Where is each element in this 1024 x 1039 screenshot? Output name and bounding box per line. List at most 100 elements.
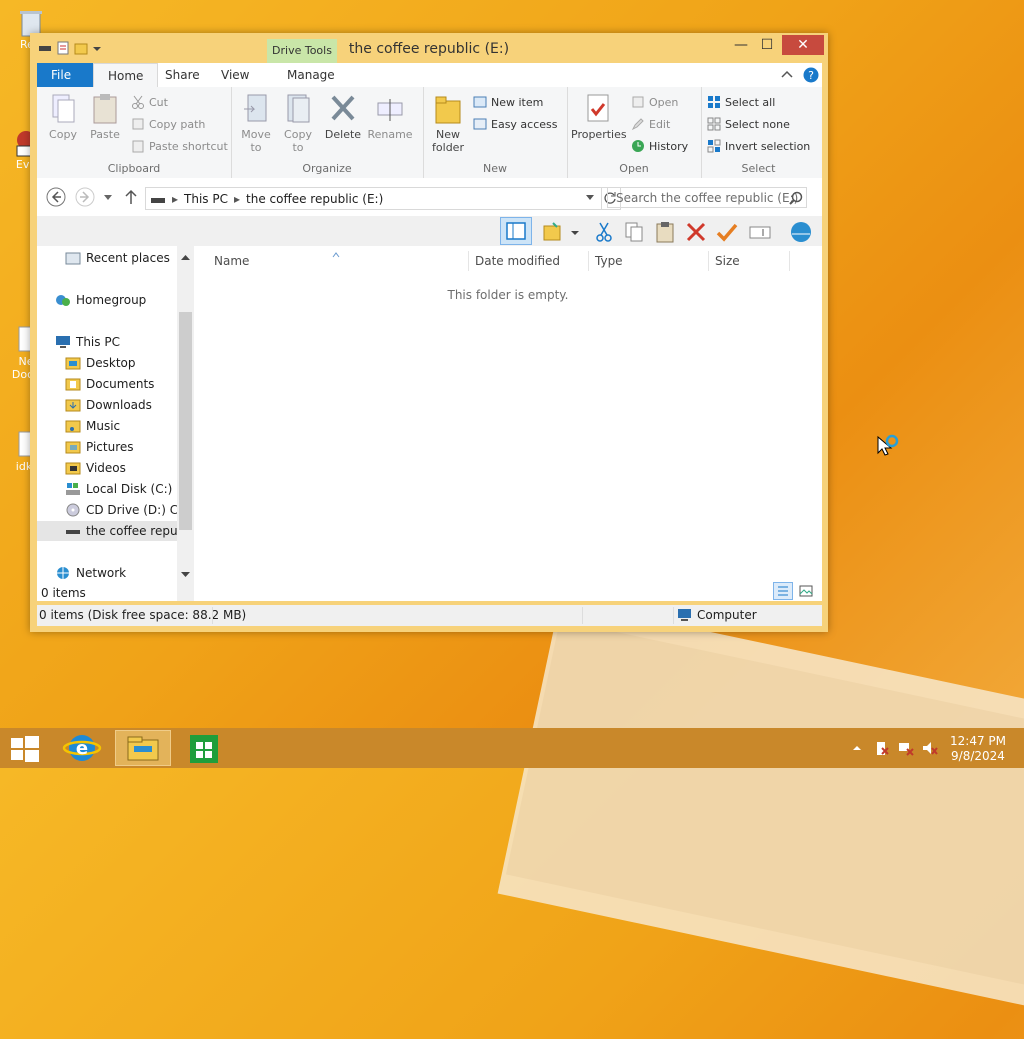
clock-time: 12:47 PM bbox=[950, 734, 1006, 748]
collapse-ribbon-icon[interactable] bbox=[780, 68, 794, 82]
breadcrumb-separator: ▸ bbox=[233, 191, 241, 206]
scrollbar-thumb[interactable] bbox=[179, 312, 192, 530]
nav-item-local-disk[interactable]: Local Disk (C:) bbox=[65, 479, 172, 499]
tab-share[interactable]: Share bbox=[151, 63, 214, 87]
network-status-icon[interactable] bbox=[898, 740, 914, 759]
open-icon bbox=[631, 95, 645, 109]
rename-button[interactable]: Rename bbox=[367, 93, 413, 141]
taskbar-file-explorer[interactable] bbox=[115, 730, 171, 766]
move-to-button[interactable]: Move to bbox=[237, 93, 275, 154]
paste-button[interactable]: Paste bbox=[85, 93, 125, 141]
nav-item-homegroup[interactable]: Homegroup bbox=[55, 290, 146, 310]
tab-view[interactable]: View bbox=[207, 63, 263, 87]
copy-label: Copy bbox=[49, 128, 77, 141]
nav-item-pictures[interactable]: Pictures bbox=[65, 437, 134, 457]
paste-shortcut-button[interactable]: Paste shortcut bbox=[131, 139, 228, 153]
address-bar[interactable]: ▸ This PC ▸ the coffee republic (E:) bbox=[145, 187, 602, 210]
cut-button[interactable]: Cut bbox=[131, 95, 168, 109]
new-folder-label: New folder bbox=[432, 128, 464, 154]
nav-item-coffee-republic[interactable]: the coffee republ bbox=[37, 521, 184, 541]
nav-item-downloads[interactable]: Downloads bbox=[65, 395, 152, 415]
nav-item-cd-drive[interactable]: CD Drive (D:) CES bbox=[65, 500, 193, 520]
explorer-window[interactable]: Drive Tools the coffee republic (E:) — ☐… bbox=[30, 33, 828, 632]
recent-locations-dropdown[interactable] bbox=[103, 191, 113, 201]
nav-pane-scrollbar[interactable] bbox=[177, 246, 194, 601]
up-button[interactable] bbox=[123, 187, 139, 207]
new-item-button[interactable]: New item bbox=[473, 95, 543, 109]
breadcrumb-current[interactable]: the coffee republic (E:) bbox=[246, 192, 383, 206]
edit-button[interactable]: Edit bbox=[631, 117, 670, 131]
network-icon bbox=[55, 565, 71, 581]
close-button[interactable]: ✕ bbox=[782, 35, 824, 55]
tab-manage[interactable]: Manage bbox=[273, 63, 349, 87]
network-drive-icon[interactable] bbox=[789, 220, 813, 244]
properties-icon bbox=[584, 93, 612, 125]
show-hidden-icons-button[interactable] bbox=[852, 742, 862, 756]
nav-label: This PC bbox=[76, 335, 120, 349]
address-dropdown-icon[interactable] bbox=[585, 191, 595, 206]
invert-selection-icon bbox=[707, 139, 721, 153]
invert-selection-button[interactable]: Invert selection bbox=[707, 139, 810, 153]
column-header-type[interactable]: Type bbox=[588, 251, 623, 271]
cd-drive-icon bbox=[65, 502, 81, 518]
preview-pane-button[interactable] bbox=[500, 217, 532, 245]
help-icon[interactable]: ? bbox=[803, 67, 819, 83]
details-view-button[interactable] bbox=[773, 582, 793, 600]
title-bar[interactable]: Drive Tools the coffee republic (E:) — ☐… bbox=[30, 33, 828, 63]
volume-muted-icon[interactable] bbox=[922, 740, 938, 759]
select-none-button[interactable]: Select none bbox=[707, 117, 790, 131]
large-icons-view-button[interactable] bbox=[797, 583, 815, 599]
select-all-button[interactable]: Select all bbox=[707, 95, 775, 109]
nav-item-documents[interactable]: Documents bbox=[65, 374, 154, 394]
properties-button[interactable]: Properties bbox=[571, 93, 627, 141]
history-button[interactable]: History bbox=[631, 139, 688, 153]
search-input[interactable]: Search the coffee republic (E:) bbox=[607, 187, 807, 208]
move-folder-icon[interactable] bbox=[541, 220, 565, 244]
copy-button[interactable]: Copy bbox=[43, 93, 83, 141]
delete-button[interactable]: Delete bbox=[323, 93, 363, 141]
column-header-name[interactable]: Name bbox=[214, 251, 249, 271]
start-button[interactable] bbox=[4, 730, 44, 766]
open-button[interactable]: Open bbox=[631, 95, 678, 109]
status-divider bbox=[212, 607, 213, 624]
group-clipboard: Copy Paste Cut Copy path Paste shortcut … bbox=[37, 87, 232, 178]
file-explorer-icon bbox=[127, 736, 159, 761]
navigation-pane: Recent places Homegroup This PC Desktop … bbox=[37, 246, 194, 601]
new-folder-button[interactable]: New folder bbox=[427, 93, 469, 154]
scroll-down-icon[interactable] bbox=[180, 568, 191, 582]
column-header-date-modified[interactable]: Date modified bbox=[468, 251, 560, 271]
nav-item-videos[interactable]: Videos bbox=[65, 458, 126, 478]
taskbar-store[interactable] bbox=[176, 730, 232, 766]
search-icon[interactable] bbox=[789, 191, 803, 205]
nav-item-music[interactable]: Music bbox=[65, 416, 120, 436]
computer-icon bbox=[55, 334, 71, 350]
system-clock[interactable]: 12:47 PM 9/8/2024 bbox=[950, 734, 1006, 764]
file-list[interactable]: Name Date modified Type Size This folder… bbox=[194, 246, 822, 601]
copy-to-button[interactable]: Copy to bbox=[279, 93, 317, 154]
tab-home[interactable]: Home bbox=[93, 63, 159, 87]
action-center-icon[interactable] bbox=[874, 740, 890, 759]
paste-icon[interactable] bbox=[653, 220, 677, 244]
nav-item-this-pc[interactable]: This PC bbox=[55, 332, 120, 352]
edit-icon bbox=[631, 117, 645, 131]
copy-icon[interactable] bbox=[622, 220, 646, 244]
breadcrumb-this-pc[interactable]: This PC bbox=[184, 192, 228, 206]
nav-item-network[interactable]: Network bbox=[55, 563, 126, 583]
column-header-size[interactable]: Size bbox=[708, 251, 790, 271]
cut-icon[interactable] bbox=[592, 220, 616, 244]
nav-item-desktop[interactable]: Desktop bbox=[65, 353, 136, 373]
easy-access-button[interactable]: Easy access bbox=[473, 117, 558, 131]
toolbar-dropdown-icon[interactable] bbox=[569, 220, 581, 244]
invert-selection-label: Invert selection bbox=[725, 139, 811, 153]
tab-file[interactable]: File bbox=[37, 63, 93, 87]
taskbar-internet-explorer[interactable]: e bbox=[55, 730, 111, 766]
maximize-button[interactable]: ☐ bbox=[752, 35, 782, 55]
forward-button[interactable] bbox=[75, 187, 95, 207]
scroll-up-icon[interactable] bbox=[180, 250, 191, 264]
copy-path-button[interactable]: Copy path bbox=[131, 117, 205, 131]
rename-icon[interactable] bbox=[748, 220, 772, 244]
checkmark-icon[interactable] bbox=[715, 220, 739, 244]
delete-icon[interactable] bbox=[684, 220, 708, 244]
nav-item-recent-places[interactable]: Recent places bbox=[65, 248, 170, 268]
back-button[interactable] bbox=[46, 187, 66, 207]
